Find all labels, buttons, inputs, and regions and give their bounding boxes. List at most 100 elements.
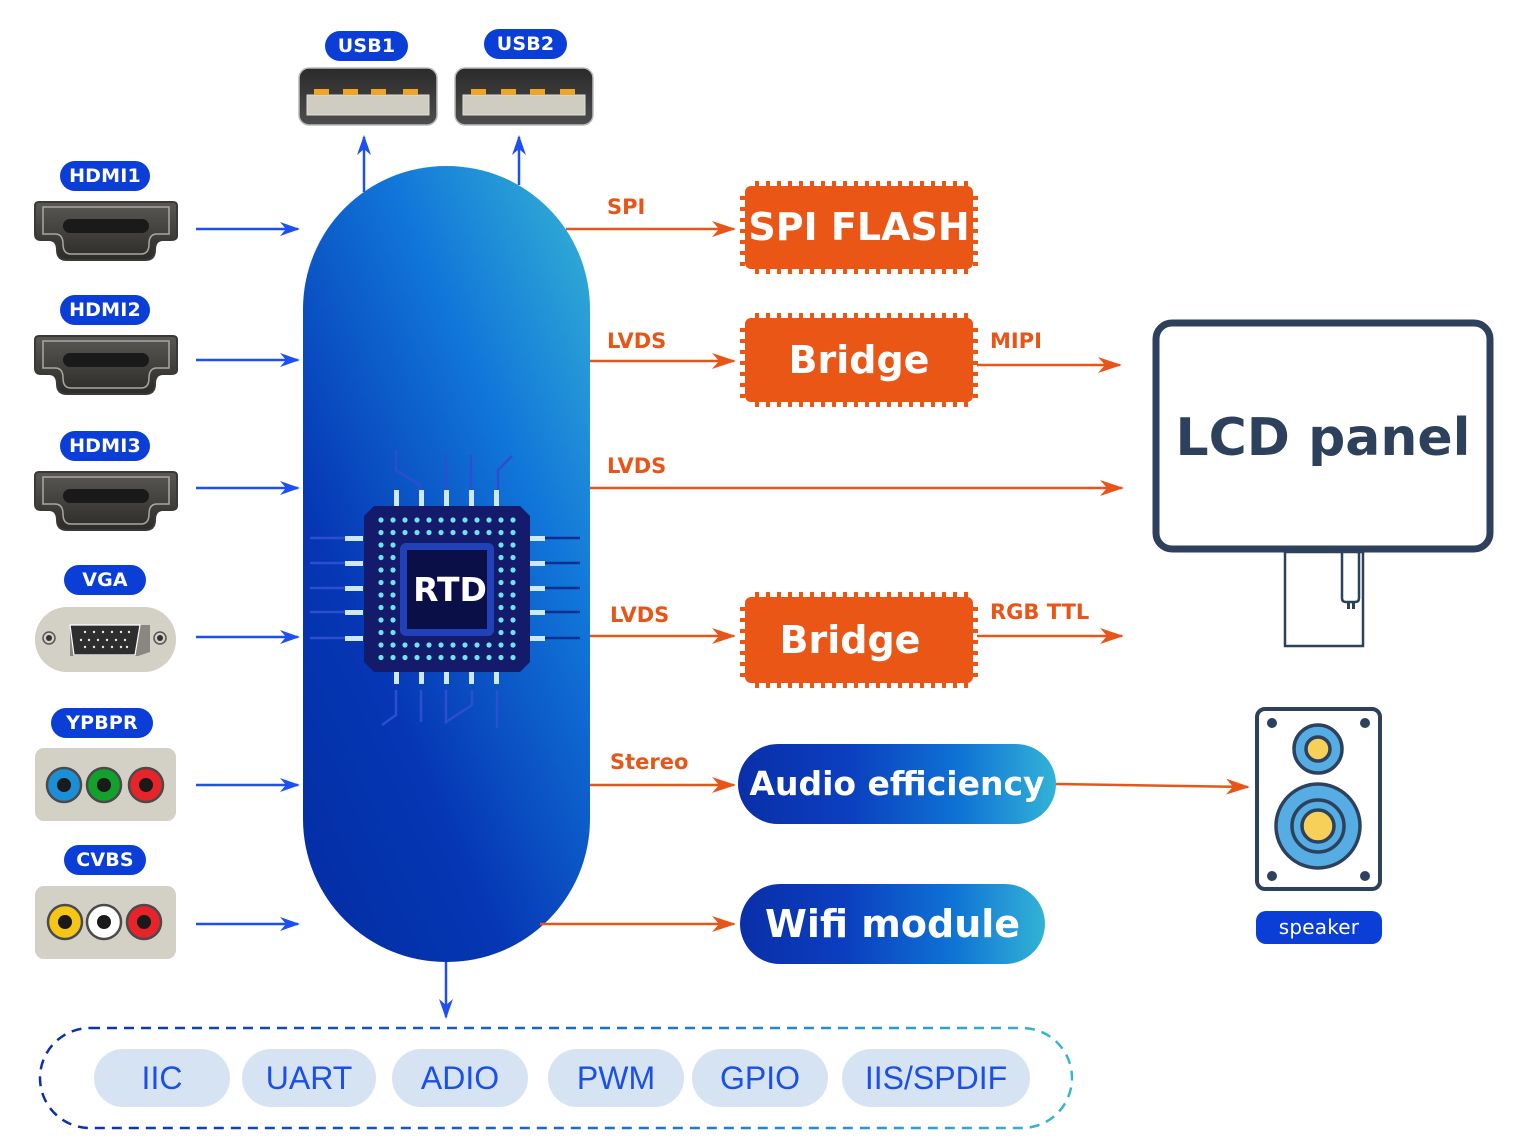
speaker-icon [1255, 707, 1382, 891]
chip-box-pin [920, 269, 924, 274]
chip-box-pin [973, 394, 978, 398]
hdmi2-tag: HDMI2 [60, 295, 150, 325]
chip-box-pin [821, 269, 825, 274]
chip-box-pin [973, 618, 978, 622]
chip-pad-dot [462, 517, 468, 523]
chip-pad-dot [378, 579, 384, 586]
chip-box-pin [843, 402, 847, 407]
chip-box-pin [755, 269, 759, 274]
ypbpr-tag: YPBPR [51, 708, 153, 738]
chip-pad-dot [498, 567, 504, 573]
chip-box-pin [777, 402, 781, 407]
chip-pad-dot [498, 542, 504, 548]
hdmi2-port-icon [34, 335, 178, 395]
chip-pad-dot [486, 642, 492, 648]
chip-box-pin [832, 683, 836, 688]
chip-pad-dot [390, 579, 396, 586]
chip-pad-dot [414, 654, 420, 661]
chip-pad-dot [390, 517, 396, 523]
chip-pad-dot [378, 554, 384, 561]
chip-pad-dot [438, 654, 444, 661]
chip-box-pin [973, 662, 978, 666]
spi-flash-box: SPI FLASH [745, 186, 973, 269]
chip-pad-dot [378, 604, 384, 611]
rgb-link-label: RGB TTL [990, 600, 1090, 624]
cvbs-tag: CVBS [64, 845, 146, 875]
chip-pad-dot [390, 592, 396, 598]
chip-pad-dot [414, 642, 420, 648]
chip-box-pin [898, 683, 902, 688]
lcd-panel-icon [1152, 319, 1494, 648]
chip-pad-dot [486, 529, 492, 536]
chip-pad-dot [390, 554, 396, 561]
chip-box-pin [777, 269, 781, 274]
peripheral-uart: UART [242, 1049, 376, 1107]
diagram-canvas [34, 67, 1494, 1130]
chip-box-pin [973, 383, 978, 387]
chip-pad-dot [378, 529, 384, 536]
chip-pad-dot [390, 617, 396, 623]
chip-pad-dot [378, 617, 384, 623]
chip-pad-dot [510, 529, 516, 536]
chip-box-pin [942, 683, 946, 688]
chip-pad-dot [378, 517, 384, 523]
chip-box-pin [920, 402, 924, 407]
cvbs-port-icon [35, 886, 176, 959]
chip-pad-dot [474, 529, 480, 536]
audio-efficiency-box: Audio efficiency [738, 744, 1056, 824]
chip-box-pin [898, 269, 902, 274]
chip-pad-dot [402, 517, 408, 523]
usb1-tag: USB1 [325, 31, 408, 61]
chip-pad-dot [510, 604, 516, 611]
chip-box-pin [973, 640, 978, 644]
chip-pad-dot [390, 629, 396, 636]
chip-box-pin [898, 402, 902, 407]
lvds3-link-label: LVDS [610, 603, 670, 627]
chip-pad-dot [474, 517, 480, 523]
chip-box-pin [854, 683, 858, 688]
usb2-port-icon [454, 67, 594, 126]
chip-pad-dot [378, 654, 384, 661]
chip-box-pin [964, 402, 968, 407]
chip-pad-dot [426, 654, 432, 661]
chip-box-pin [973, 251, 978, 255]
chip-box-pin [909, 683, 913, 688]
chip-box-pin [887, 402, 891, 407]
chip-box-pin [766, 269, 770, 274]
chip-pad-dot [390, 529, 396, 536]
chip-pad-dot [402, 642, 408, 648]
chip-pad-dot [474, 654, 480, 661]
stereo-link-label: Stereo [610, 750, 689, 774]
chip-box-pin [973, 240, 978, 244]
hdmi1-tag: HDMI1 [60, 161, 150, 191]
chip-box-pin [810, 402, 814, 407]
chip-pad-dot [474, 642, 480, 648]
chip-pad-dot [498, 604, 504, 611]
lvds1-link-label: LVDS [607, 329, 667, 353]
chip-pad-dot [438, 642, 444, 648]
peripheral-pwm: PWM [548, 1049, 684, 1107]
chip-box-pin [777, 683, 781, 688]
chip-pad-dot [498, 592, 504, 598]
bridge-rgb-box: Bridge [745, 597, 973, 683]
chip-pad-dot [390, 604, 396, 611]
chip-box-pin [865, 683, 869, 688]
chip-box-pin [909, 402, 913, 407]
chip-box-pin [832, 269, 836, 274]
chip-pad-dot [390, 642, 396, 648]
chip-box-pin [973, 372, 978, 376]
usb2-tag: USB2 [484, 29, 567, 59]
chip-box-pin [973, 196, 978, 200]
chip-pad-dot [426, 529, 432, 536]
chip-box-pin [973, 629, 978, 633]
chip-pad-dot [450, 517, 456, 523]
vga-tag: VGA [64, 565, 146, 595]
chip-pad-dot [378, 542, 384, 548]
chip-box-pin [973, 328, 978, 332]
chip-box-pin [810, 269, 814, 274]
chip-box-pin [887, 683, 891, 688]
peripheral-iis-spdif: IIS/SPDIF [842, 1049, 1030, 1107]
chip-pad-dot [402, 529, 408, 536]
chip-pad-dot [426, 517, 432, 523]
vga-port-icon [35, 607, 176, 672]
